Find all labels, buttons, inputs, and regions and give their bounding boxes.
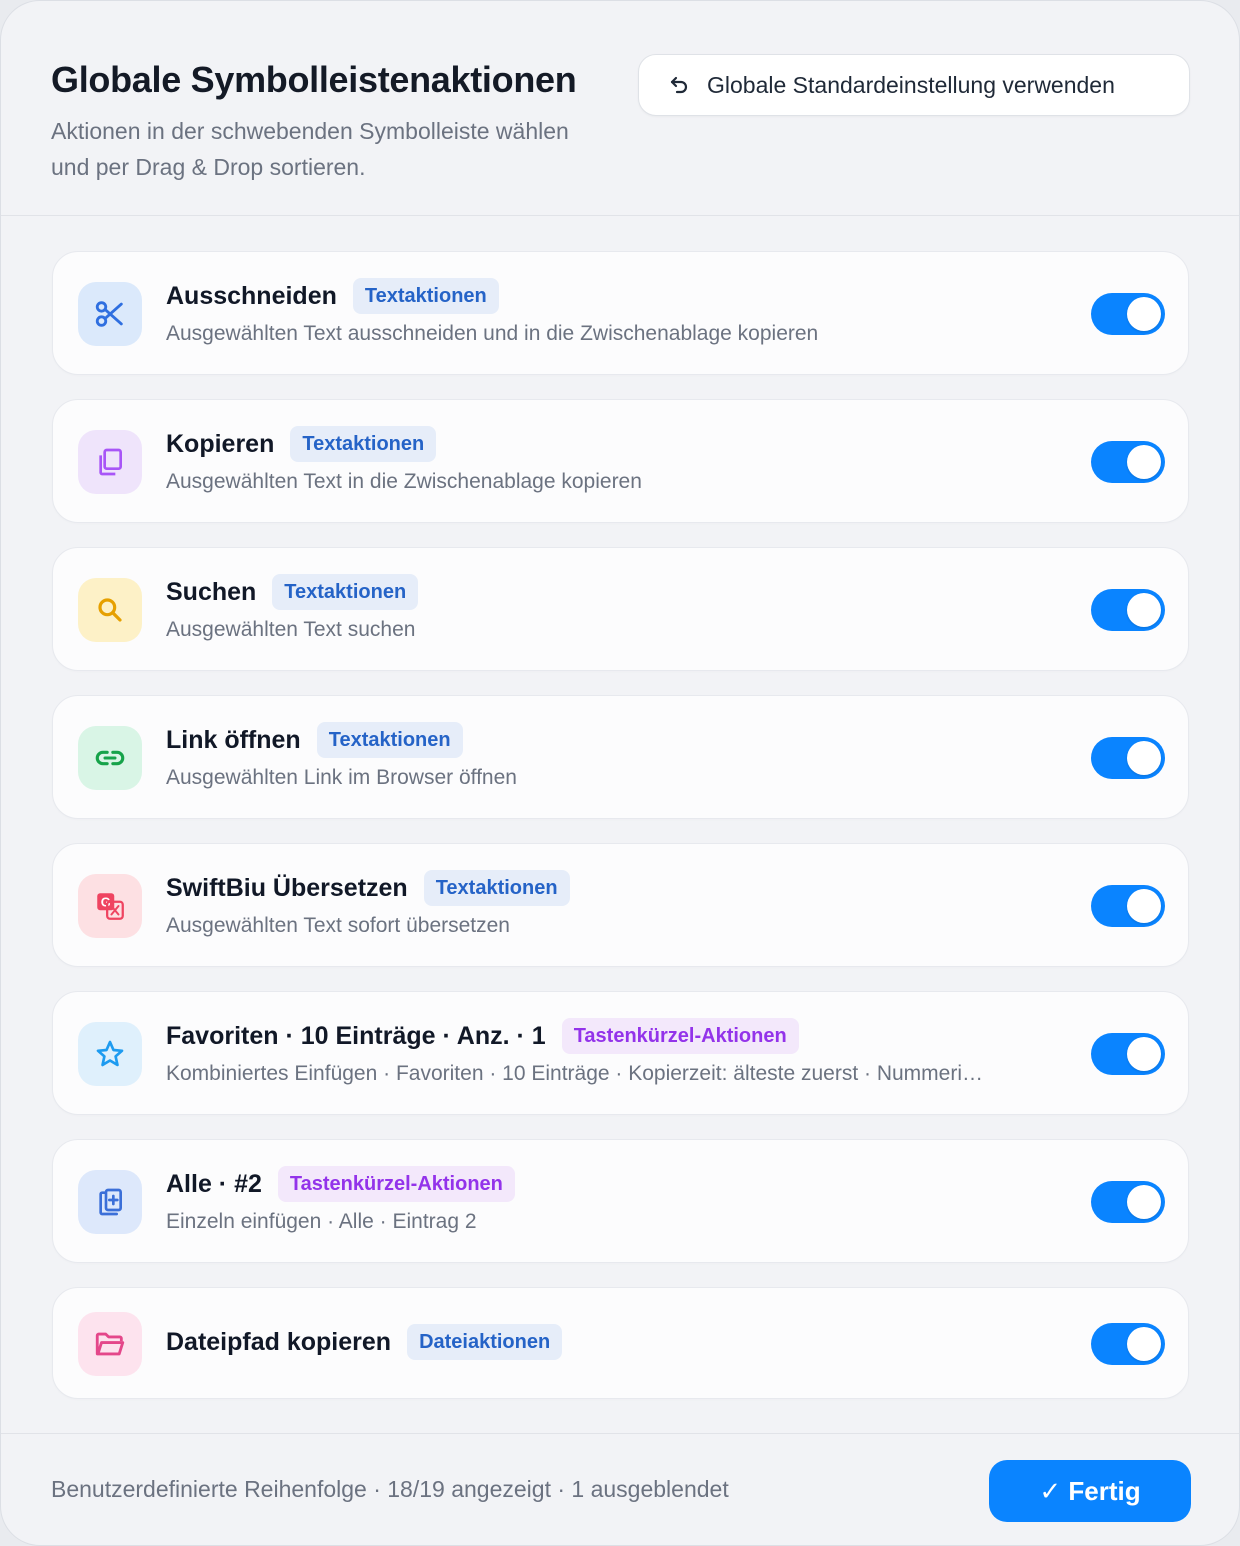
- category-badge: Textaktionen: [352, 278, 499, 314]
- action-description: Kombiniertes Einfügen · Favoriten · 10 E…: [166, 1062, 984, 1085]
- header: Globale Symbolleistenaktionen Aktionen i…: [1, 1, 1239, 216]
- category-badge: Tastenkürzel-Aktionen: [277, 1166, 515, 1202]
- action-row-open-link[interactable]: Link öffnen Textaktionen Ausgewählten Li…: [52, 695, 1189, 819]
- action-row-cut[interactable]: Ausschneiden Textaktionen Ausgewählten T…: [52, 251, 1189, 375]
- category-badge: Tastenkürzel-Aktionen: [561, 1018, 799, 1054]
- category-badge: Textaktionen: [423, 870, 570, 906]
- action-title: Link öffnen: [166, 725, 301, 754]
- enable-toggle-paste-all[interactable]: [1091, 1181, 1165, 1223]
- toggle-knob: [1127, 741, 1161, 775]
- enable-toggle-search[interactable]: [1091, 589, 1165, 631]
- category-badge: Textaktionen: [272, 574, 419, 610]
- action-description: Ausgewählten Text in die Zwischenablage …: [166, 470, 642, 493]
- enable-toggle-open-link[interactable]: [1091, 737, 1165, 779]
- category-badge: Dateiaktionen: [407, 1324, 563, 1360]
- action-title: Favoriten · 10 Einträge · Anz. · 1: [166, 1021, 546, 1050]
- action-row-translate[interactable]: G SwiftBiu Übersetzen Textaktionen Ausge…: [52, 843, 1189, 967]
- footer: Benutzerdefinierte Reihenfolge · 18/19 a…: [1, 1433, 1239, 1545]
- undo-arrow-icon: [670, 76, 688, 94]
- toggle-knob: [1127, 445, 1161, 479]
- enable-toggle-copy[interactable]: [1091, 441, 1165, 483]
- toggle-knob: [1127, 1037, 1161, 1071]
- action-row-favorites[interactable]: Favoriten · 10 Einträge · Anz. · 1 Taste…: [52, 991, 1189, 1115]
- action-row-copy[interactable]: Kopieren Textaktionen Ausgewählten Text …: [52, 399, 1189, 523]
- reset-to-default-button[interactable]: Globale Standardeinstellung verwenden: [638, 54, 1190, 116]
- toggle-knob: [1127, 889, 1161, 923]
- action-row-copy-file-path[interactable]: Dateipfad kopieren Dateiaktionen: [52, 1287, 1189, 1399]
- translate-icon: G: [78, 874, 142, 938]
- action-description: Ausgewählten Link im Browser öffnen: [166, 766, 517, 789]
- star-icon: [78, 1022, 142, 1086]
- copy-icon: [78, 430, 142, 494]
- enable-toggle-copy-file-path[interactable]: [1091, 1323, 1165, 1365]
- enable-toggle-cut[interactable]: [1091, 293, 1165, 335]
- order-status-text: Benutzerdefinierte Reihenfolge · 18/19 a…: [51, 1476, 729, 1502]
- settings-window: Globale Symbolleistenaktionen Aktionen i…: [0, 0, 1240, 1546]
- action-row-paste-all[interactable]: Alle · #2 Tastenkürzel-Aktionen Einzeln …: [52, 1139, 1189, 1263]
- category-badge: Textaktionen: [290, 426, 437, 462]
- action-title: Ausschneiden: [166, 281, 337, 310]
- toggle-knob: [1127, 593, 1161, 627]
- action-title: Alle · #2: [166, 1169, 262, 1198]
- action-title: Suchen: [166, 577, 257, 606]
- paste-add-icon: [78, 1170, 142, 1234]
- action-title: Dateipfad kopieren: [166, 1327, 392, 1356]
- search-icon: [78, 578, 142, 642]
- action-description: Ausgewählten Text sofort übersetzen: [166, 914, 510, 937]
- page-subtitle: Aktionen in der schwebenden Symbolleiste…: [51, 118, 569, 180]
- toggle-knob: [1127, 1327, 1161, 1361]
- enable-toggle-translate[interactable]: [1091, 885, 1165, 927]
- action-description: Ausgewählten Text ausschneiden und in di…: [166, 322, 819, 345]
- toggle-knob: [1127, 1185, 1161, 1219]
- action-title: SwiftBiu Übersetzen: [166, 873, 408, 902]
- link-icon: [78, 726, 142, 790]
- enable-toggle-favorites[interactable]: [1091, 1033, 1165, 1075]
- action-row-search[interactable]: Suchen Textaktionen Ausgewählten Text su…: [52, 547, 1189, 671]
- action-title: Kopieren: [166, 429, 275, 458]
- folder-icon: [78, 1312, 142, 1376]
- toggle-knob: [1127, 297, 1161, 331]
- done-button[interactable]: ✓ Fertig: [989, 1460, 1191, 1522]
- scissors-icon: [78, 282, 142, 346]
- category-badge: Textaktionen: [316, 722, 463, 758]
- action-description: Ausgewählten Text suchen: [166, 618, 416, 641]
- reset-button-label: Globale Standardeinstellung verwenden: [707, 71, 1115, 98]
- page-title: Globale Symbolleistenaktionen: [51, 59, 577, 100]
- action-description: Einzeln einfügen · Alle · Eintrag 2: [166, 1210, 477, 1233]
